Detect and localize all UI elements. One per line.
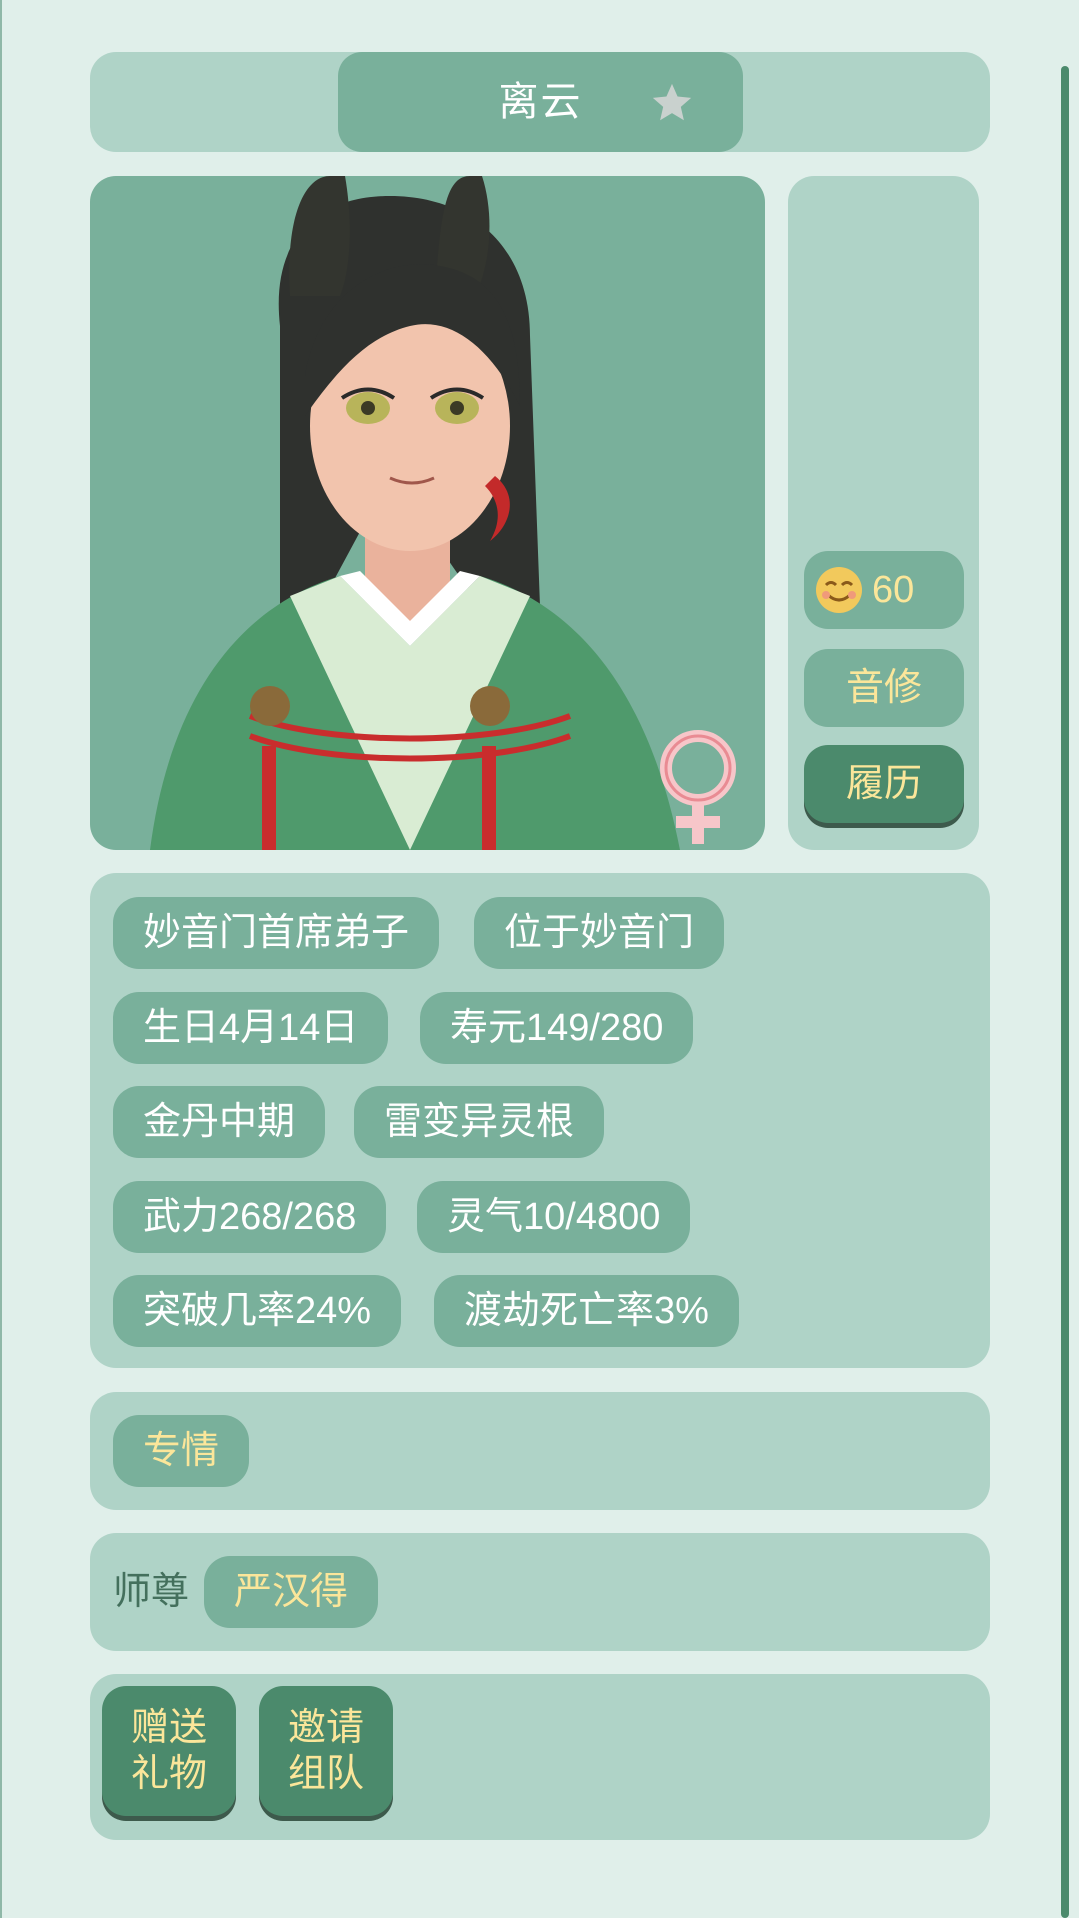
tag-tribulation[interactable]: 渡劫死亡率3% (434, 1275, 739, 1347)
name-header: 离云 (90, 52, 990, 152)
resume-button[interactable]: 履历 (804, 745, 964, 823)
tag-realm[interactable]: 金丹中期 (113, 1086, 326, 1158)
star-icon[interactable] (649, 80, 695, 126)
school-button[interactable]: 音修 (804, 649, 964, 727)
send-gift-button[interactable]: 赠送 礼物 (102, 1686, 236, 1816)
invite-team-button[interactable]: 邀请 组队 (259, 1686, 393, 1816)
master-name-button[interactable]: 严汉得 (204, 1556, 379, 1628)
invite-team-line2: 组队 (287, 1753, 364, 1795)
left-edge (0, 0, 2, 1918)
scrollbar[interactable] (1061, 66, 1069, 1918)
mood-button[interactable]: 60 (804, 551, 964, 629)
tag-power[interactable]: 武力268/268 (113, 1181, 387, 1253)
master-panel: 师尊 严汉得 (90, 1533, 990, 1651)
tag-breakthrough[interactable]: 突破几率24% (113, 1275, 402, 1347)
tag-title[interactable]: 妙音门首席弟子 (113, 897, 440, 969)
trait-tag[interactable]: 专情 (113, 1415, 250, 1487)
actions-panel: 赠送 礼物 邀请 组队 (90, 1674, 990, 1840)
master-label: 师尊 (113, 1571, 190, 1613)
name-pill: 离云 (338, 52, 743, 152)
attributes-panel: 妙音门首席弟子 位于妙音门 生日4月14日 寿元149/280 金丹中期 雷变异… (90, 873, 990, 1368)
traits-panel: 专情 (90, 1392, 990, 1510)
female-symbol-icon (660, 730, 736, 844)
send-gift-line1: 赠送 (130, 1707, 207, 1749)
tag-qi[interactable]: 灵气10/4800 (417, 1181, 691, 1253)
tag-lifespan[interactable]: 寿元149/280 (420, 992, 694, 1064)
tag-location[interactable]: 位于妙音门 (474, 897, 725, 969)
invite-team-line1: 邀请 (287, 1707, 364, 1749)
smiling-face-icon (816, 567, 862, 613)
mood-value: 60 (872, 569, 915, 611)
side-panel: 60 音修 履历 (788, 176, 979, 850)
tag-birthday[interactable]: 生日4月14日 (113, 992, 389, 1064)
send-gift-line2: 礼物 (130, 1753, 207, 1795)
tag-spirit-root[interactable]: 雷变异灵根 (354, 1086, 605, 1158)
